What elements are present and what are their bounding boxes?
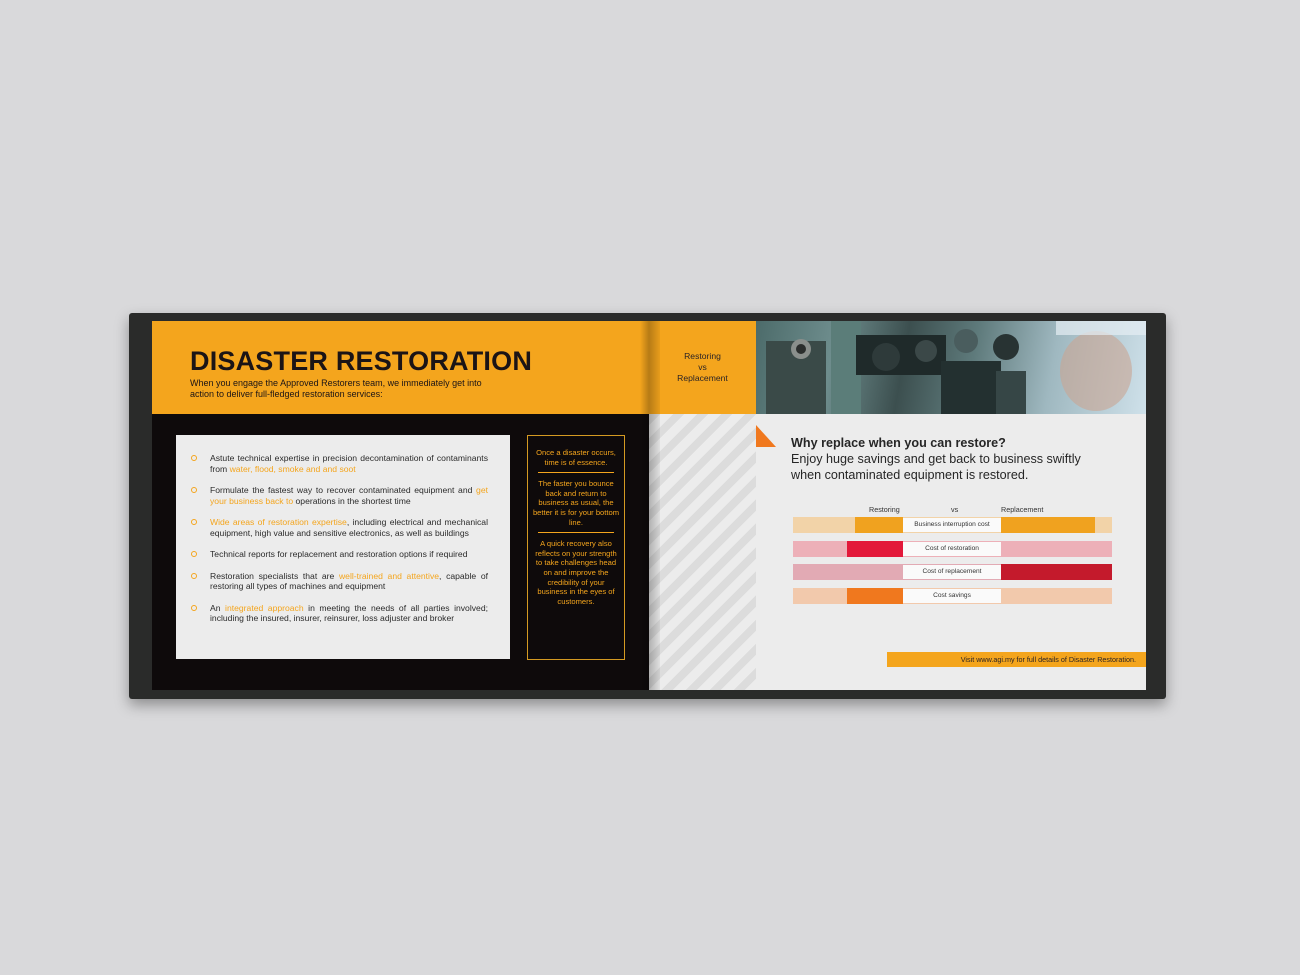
comparison-row: Cost savings (793, 588, 1112, 604)
section-label: Restoring vs Replacement (649, 321, 756, 414)
list-item: Technical reports for replacement and re… (191, 549, 488, 560)
side-notes-box: Once a disaster occurs, time is of essen… (527, 435, 625, 660)
page-title: DISASTER RESTORATION (190, 346, 533, 376)
bullet-ring-icon (191, 455, 197, 461)
orange-corner-icon (756, 425, 776, 447)
list-item: Formulate the fastest way to recover con… (191, 485, 488, 506)
row-restoring-bar (847, 541, 903, 557)
row-replacement-bar (1001, 517, 1095, 533)
bullet-ring-icon (191, 487, 197, 493)
bullet-ring-icon (191, 551, 197, 557)
row-replacement-bar (1001, 564, 1112, 580)
headline: Why replace when you can restore? Enjoy … (791, 436, 1081, 482)
right-page: Restoring vs Replacement Why replace whe… (649, 321, 1146, 690)
legend-replacement: Replacement (1001, 505, 1044, 514)
row-label: Cost of replacement (903, 565, 1001, 579)
list-item: An integrated approach in meeting the ne… (191, 603, 488, 624)
list-item: Restoration specialists that are well-tr… (191, 571, 488, 592)
row-restoring-bar (855, 517, 903, 533)
machinery-photo (756, 321, 1146, 414)
services-list: Astute technical expertise in precision … (191, 453, 488, 635)
row-label: Cost of restoration (903, 542, 1001, 556)
comparison-row: Cost of replacement (793, 564, 1112, 580)
left-page: DISASTER RESTORATION When you engage the… (152, 321, 649, 690)
striped-panel (649, 414, 756, 690)
side-note: A quick recovery also reflects on your s… (535, 539, 617, 606)
footer-link-bar[interactable]: Visit www.agi.my for full details of Dis… (887, 652, 1146, 667)
bullet-ring-icon (191, 519, 197, 525)
row-restoring-bar (847, 588, 903, 604)
legend-vs: vs (951, 505, 959, 514)
row-label: Cost savings (903, 589, 1001, 603)
divider (538, 472, 614, 474)
page-subtitle: When you engage the Approved Restorers t… (190, 378, 482, 399)
list-item: Wide areas of restoration expertise, inc… (191, 517, 488, 538)
side-note: The faster you bounce back and return to… (532, 479, 620, 527)
list-item: Astute technical expertise in precision … (191, 453, 488, 474)
left-page-header: DISASTER RESTORATION When you engage the… (152, 321, 649, 414)
comparison-row: Cost of restoration (793, 541, 1112, 557)
bullet-ring-icon (191, 572, 197, 579)
industrial-machinery-photo-icon (766, 321, 1146, 414)
side-note: Once a disaster occurs, time is of essen… (536, 448, 616, 467)
row-label: Business interruption cost (903, 518, 1001, 532)
services-panel: Astute technical expertise in precision … (176, 435, 510, 659)
comparison-row: Business interruption cost (793, 517, 1112, 533)
bullet-ring-icon (191, 604, 197, 611)
legend-restoring: Restoring (869, 505, 900, 514)
divider (538, 532, 614, 534)
